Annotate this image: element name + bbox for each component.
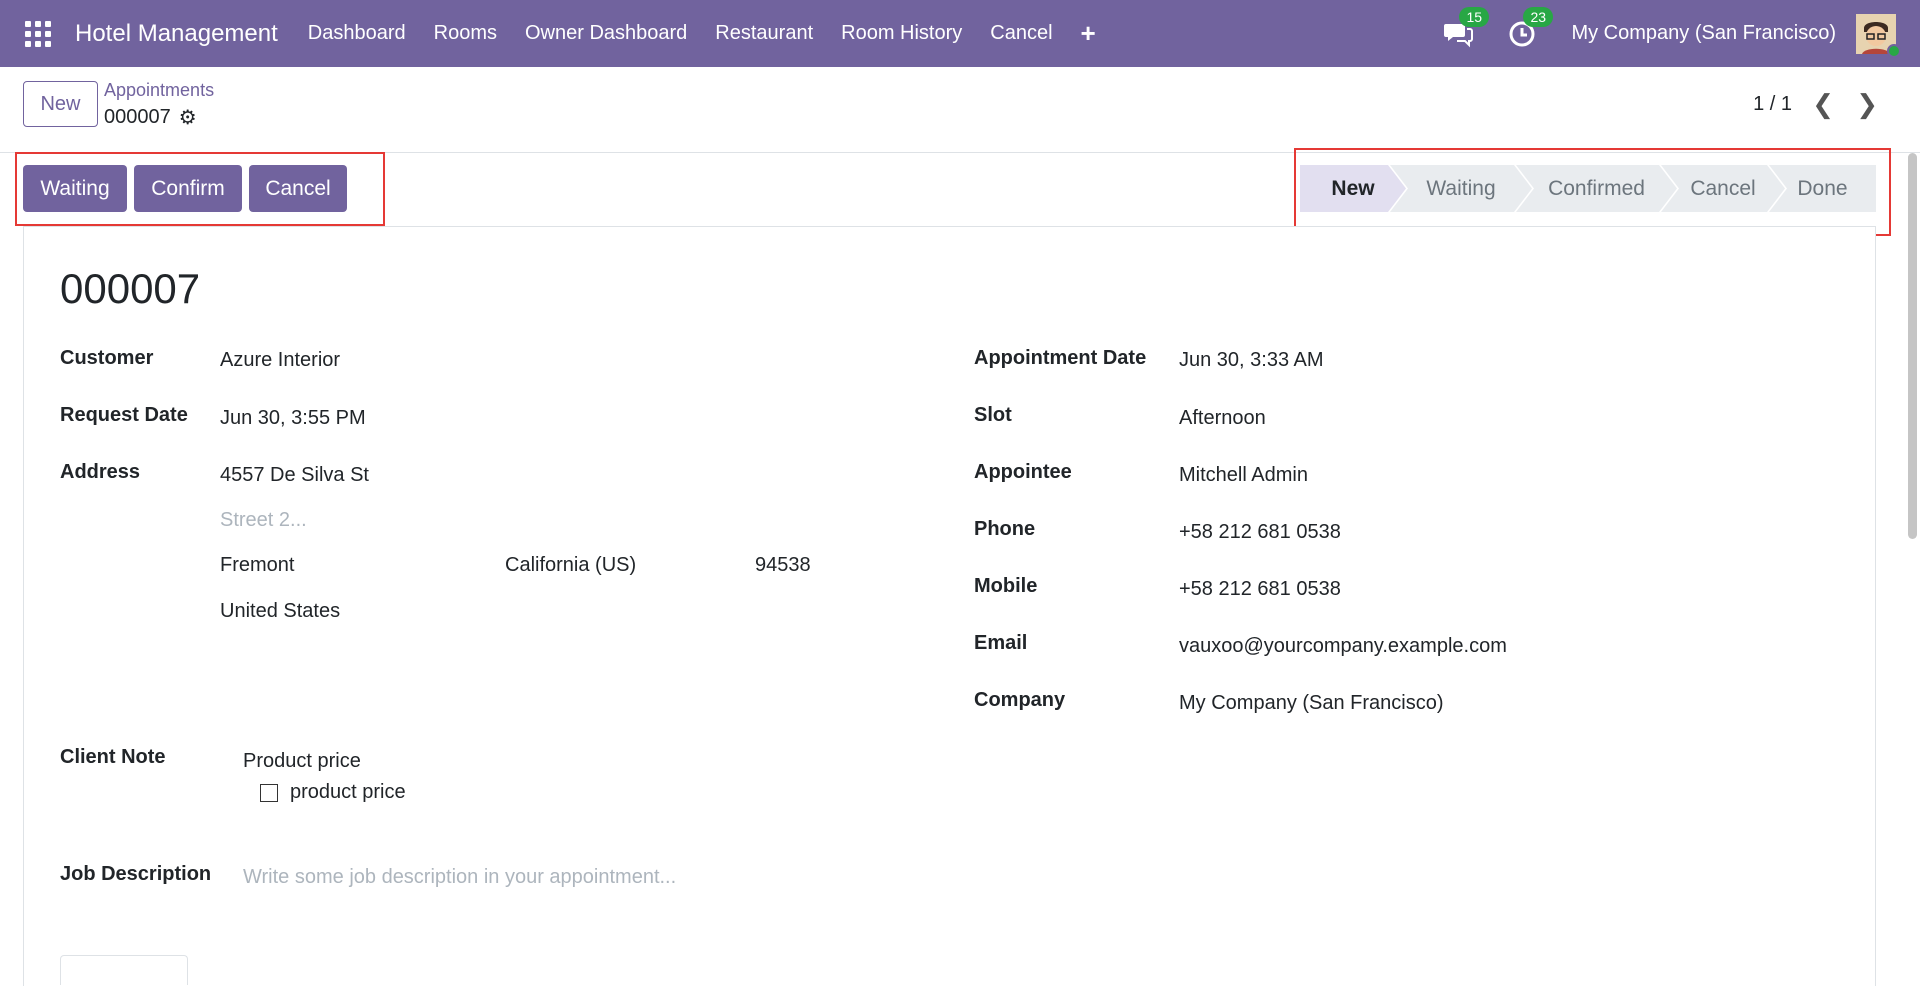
breadcrumb-appointments-link[interactable]: Appointments bbox=[104, 80, 214, 101]
country-field[interactable]: United States bbox=[220, 600, 340, 623]
app-brand[interactable]: Hotel Management bbox=[75, 20, 278, 48]
pager-next-icon[interactable]: ❯ bbox=[1856, 89, 1878, 120]
top-navbar: Hotel Management Dashboard Rooms Owner D… bbox=[0, 0, 1920, 67]
company-label: Company bbox=[974, 689, 1066, 711]
company-field[interactable]: My Company (San Francisco) bbox=[1179, 692, 1444, 715]
checklist-item-label: product price bbox=[290, 781, 406, 803]
add-menu-plus-icon[interactable]: + bbox=[1067, 18, 1110, 49]
menu-restaurant[interactable]: Restaurant bbox=[701, 22, 827, 45]
street-field[interactable]: 4557 De Silva St bbox=[220, 464, 369, 487]
mobile-field[interactable]: +58 212 681 0538 bbox=[1179, 578, 1341, 601]
slot-label: Slot bbox=[974, 404, 1012, 426]
customer-field[interactable]: Azure Interior bbox=[220, 349, 340, 372]
state-field[interactable]: California (US) bbox=[505, 554, 636, 577]
address-label: Address bbox=[60, 461, 141, 483]
control-panel: New Appointments 000007 ⚙ 1 / 1 ❮ ❯ bbox=[0, 67, 1920, 153]
company-switcher[interactable]: My Company (San Francisco) bbox=[1571, 22, 1836, 45]
slot-field[interactable]: Afternoon bbox=[1179, 407, 1266, 430]
waiting-button[interactable]: Waiting bbox=[23, 165, 127, 212]
appointee-label: Appointee bbox=[974, 461, 1072, 483]
pager-previous-icon[interactable]: ❮ bbox=[1812, 89, 1834, 120]
menu-room-history[interactable]: Room History bbox=[827, 22, 976, 45]
messages-icon[interactable]: 15 bbox=[1443, 6, 1490, 49]
breadcrumb-current: 000007 ⚙ bbox=[104, 105, 197, 130]
street2-field[interactable]: Street 2... bbox=[220, 509, 307, 532]
cancel-button[interactable]: Cancel bbox=[249, 165, 347, 212]
page-scrollbar[interactable] bbox=[1908, 153, 1917, 539]
apps-menu-icon[interactable] bbox=[25, 20, 51, 47]
email-field[interactable]: vauxoo@yourcompany.example.com bbox=[1179, 635, 1507, 658]
city-field[interactable]: Fremont bbox=[220, 554, 294, 577]
stage-cancel[interactable]: Cancel bbox=[1661, 165, 1785, 212]
email-label: Email bbox=[974, 632, 1028, 654]
request-date-field[interactable]: Jun 30, 3:55 PM bbox=[220, 407, 366, 430]
phone-label: Phone bbox=[974, 518, 1036, 540]
menu-owner-dashboard[interactable]: Owner Dashboard bbox=[511, 22, 701, 45]
new-record-button[interactable]: New bbox=[23, 81, 98, 127]
user-avatar[interactable] bbox=[1856, 13, 1901, 58]
client-note-checklist-item[interactable]: product price bbox=[260, 781, 406, 804]
client-note-text[interactable]: Product price bbox=[243, 750, 361, 773]
record-title: 000007 bbox=[60, 265, 201, 312]
confirm-button[interactable]: Confirm bbox=[134, 165, 242, 212]
menu-cancel[interactable]: Cancel bbox=[976, 22, 1066, 45]
menu-dashboard[interactable]: Dashboard bbox=[294, 22, 420, 45]
breadcrumb-current-label: 000007 bbox=[104, 106, 171, 128]
zip-field[interactable]: 94538 bbox=[755, 554, 811, 577]
stage-new[interactable]: New bbox=[1300, 165, 1406, 212]
mobile-label: Mobile bbox=[974, 575, 1038, 597]
bottom-partial-tab[interactable] bbox=[60, 955, 188, 985]
gear-icon[interactable]: ⚙ bbox=[179, 105, 197, 130]
appointee-field[interactable]: Mitchell Admin bbox=[1179, 464, 1308, 487]
stage-waiting[interactable]: Waiting bbox=[1390, 165, 1532, 212]
job-description-field[interactable]: Write some job description in your appoi… bbox=[243, 866, 676, 889]
customer-label: Customer bbox=[60, 347, 154, 369]
form-sheet: 000007 Customer Azure Interior Request D… bbox=[23, 226, 1876, 986]
pager-value[interactable]: 1 / 1 bbox=[1753, 93, 1792, 116]
stage-confirmed[interactable]: Confirmed bbox=[1516, 165, 1677, 212]
activities-clock-icon[interactable]: 23 bbox=[1507, 6, 1554, 49]
appointment-date-field[interactable]: Jun 30, 3:33 AM bbox=[1179, 349, 1324, 372]
client-note-label: Client Note bbox=[60, 746, 166, 768]
messages-count-badge: 15 bbox=[1459, 6, 1490, 27]
request-date-label: Request Date bbox=[60, 404, 188, 426]
job-description-label: Job Description bbox=[60, 863, 212, 885]
checklist-checkbox[interactable] bbox=[260, 783, 278, 802]
activities-count-badge: 23 bbox=[1523, 6, 1554, 27]
appointment-date-label: Appointment Date bbox=[974, 347, 1147, 369]
online-status-icon bbox=[1887, 43, 1901, 58]
menu-rooms[interactable]: Rooms bbox=[420, 22, 511, 45]
phone-field[interactable]: +58 212 681 0538 bbox=[1179, 521, 1341, 544]
status-bar: Waiting Confirm Cancel New Waiting Confi… bbox=[15, 148, 1891, 236]
